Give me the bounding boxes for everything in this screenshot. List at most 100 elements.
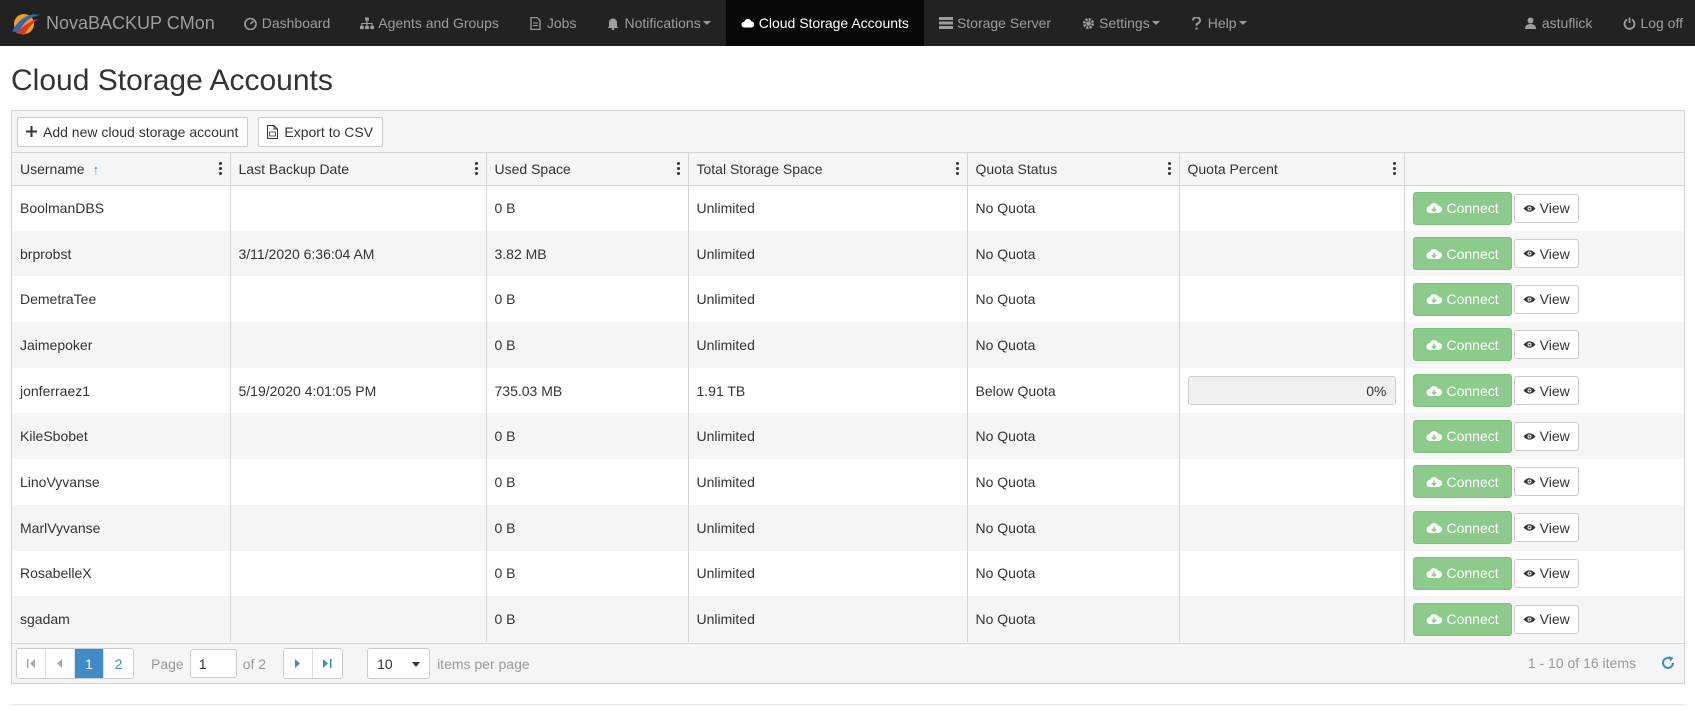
cell-quota-percent <box>1179 550 1405 597</box>
page-title: Cloud Storage Accounts <box>11 64 333 97</box>
column-menu-icon[interactable] <box>1392 162 1396 175</box>
logoff-label: Log off <box>1640 15 1683 31</box>
nav-notifications[interactable]: Notifications <box>591 0 725 46</box>
cell-last-backup: 3/11/2020 6:36:04 AM <box>230 230 487 277</box>
view-button[interactable]: View <box>1513 604 1579 634</box>
view-button[interactable]: View <box>1513 421 1579 451</box>
next-page-button[interactable] <box>284 649 314 678</box>
nav-item-label: Agents and Groups <box>378 15 499 31</box>
cell-total: Unlimited <box>688 185 968 231</box>
nav-item-label: Cloud Storage Accounts <box>758 15 909 31</box>
nav-dashboard[interactable]: Dashboard <box>229 0 346 46</box>
export-csv-label: Export to CSV <box>284 123 374 140</box>
view-button[interactable]: View <box>1513 284 1579 314</box>
page-1-button[interactable]: 1 <box>75 649 104 678</box>
view-button[interactable]: View <box>1513 330 1579 360</box>
add-account-button[interactable]: Add new cloud storage account <box>17 116 249 147</box>
column-menu-icon[interactable] <box>474 162 478 175</box>
logoff-link[interactable]: Log off <box>1607 0 1695 46</box>
cell-quota-percent: 0% <box>1179 367 1405 414</box>
view-button[interactable]: View <box>1513 467 1579 497</box>
power-icon <box>1622 16 1636 30</box>
document-icon <box>529 16 543 30</box>
page-number-input[interactable] <box>189 649 237 678</box>
cell-actions: Connect View <box>1404 459 1684 505</box>
column-menu-icon[interactable] <box>955 162 959 175</box>
view-button[interactable]: View <box>1513 376 1579 406</box>
nav-item-label: Dashboard <box>261 15 331 31</box>
column-menu-icon[interactable] <box>676 162 680 175</box>
connect-button[interactable]: Connect <box>1412 328 1512 362</box>
cell-last-backup <box>230 413 487 460</box>
nav-settings[interactable]: Settings <box>1066 0 1175 46</box>
cell-quota-status: No Quota <box>967 230 1180 277</box>
eye-icon <box>1523 386 1536 395</box>
table-row: Jaimepoker 0 B Unlimited No Quota Connect Vie… <box>12 322 1684 368</box>
connect-button[interactable]: Connect <box>1412 282 1512 316</box>
eye-icon <box>1523 615 1536 624</box>
user-menu[interactable]: astuflick <box>1509 0 1608 46</box>
first-page-button[interactable] <box>17 649 46 678</box>
column-header-quota-percent[interactable]: Quota Percent <box>1179 153 1405 186</box>
column-header-used-space[interactable]: Used Space <box>486 153 689 186</box>
connect-button[interactable]: Connect <box>1412 191 1512 225</box>
view-button[interactable]: View <box>1513 239 1579 269</box>
cell-quota-percent <box>1179 413 1405 460</box>
connect-button[interactable]: Connect <box>1412 556 1512 590</box>
footer-divider <box>11 704 1685 705</box>
cell-username: KileSbobet <box>12 413 231 460</box>
column-header-last-backup-date[interactable]: Last Backup Date <box>230 153 487 186</box>
pager-info: 1 - 10 of 16 items <box>1527 655 1636 671</box>
cell-used: 735.03 MB <box>486 367 689 414</box>
view-label: View <box>1539 519 1570 536</box>
of-pages-label: of 2 <box>242 655 267 672</box>
cell-username: RosabelleX <box>12 550 231 597</box>
column-menu-icon[interactable] <box>1167 162 1171 175</box>
cell-total: Unlimited <box>688 322 968 368</box>
bell-icon <box>606 16 620 30</box>
column-header-total-storage-space[interactable]: Total Storage Space <box>688 153 968 186</box>
nav-cloud-storage-accounts[interactable]: Cloud Storage Accounts <box>725 0 924 46</box>
connect-button[interactable]: Connect <box>1412 374 1512 408</box>
view-button[interactable]: View <box>1513 558 1579 588</box>
nav-jobs[interactable]: Jobs <box>514 0 592 46</box>
view-button[interactable]: View <box>1513 513 1579 543</box>
view-label: View <box>1539 565 1570 582</box>
nav-agents-and-groups[interactable]: Agents and Groups <box>345 0 514 46</box>
connect-button[interactable]: Connect <box>1412 602 1512 636</box>
export-csv-button[interactable]: Export to CSV <box>258 116 384 147</box>
cloud-download-icon <box>1425 293 1442 305</box>
view-button[interactable]: View <box>1513 193 1579 223</box>
table-row: brprobst 3/11/2020 6:36:04 AM 3.82 MB Unlim… <box>12 230 1684 277</box>
nav-help[interactable]: Help <box>1175 0 1262 46</box>
refresh-icon[interactable] <box>1660 655 1676 674</box>
cell-used: 3.82 MB <box>486 230 689 277</box>
column-header-username[interactable]: Username ↑ <box>12 153 231 186</box>
connect-button[interactable]: Connect <box>1412 465 1512 499</box>
table-body: BoolmanDBS 0 B Unlimited No Quota Connect Vie… <box>12 185 1684 642</box>
cloud-download-icon <box>1425 339 1442 351</box>
cell-last-backup <box>230 550 487 597</box>
column-header-quota-status[interactable]: Quota Status <box>967 153 1180 186</box>
last-page-button[interactable] <box>313 649 343 678</box>
view-label: View <box>1539 200 1570 217</box>
connect-button[interactable]: Connect <box>1412 419 1512 453</box>
novabackup-logo-icon <box>12 14 40 35</box>
prev-page-button[interactable] <box>46 649 75 678</box>
cell-quota-status: No Quota <box>967 322 1180 368</box>
table-row: sgadam 0 B Unlimited No Quota Connect View <box>12 596 1684 642</box>
nav-storage-server[interactable]: Storage Server <box>924 0 1066 46</box>
cloud-icon <box>741 16 755 30</box>
column-menu-icon[interactable] <box>218 162 222 175</box>
cell-used: 0 B <box>486 596 689 642</box>
cloud-download-icon <box>1425 613 1442 625</box>
brand[interactable]: NovaBACKUP CMon <box>0 0 229 46</box>
quota-percent-text: 0% <box>1366 383 1387 400</box>
connect-button[interactable]: Connect <box>1412 511 1512 545</box>
cell-total: Unlimited <box>688 459 968 505</box>
table-row: KileSbobet 0 B Unlimited No Quota Connect Vie… <box>12 413 1684 460</box>
page-2-button[interactable]: 2 <box>104 649 133 678</box>
connect-button[interactable]: Connect <box>1412 237 1512 271</box>
page-size-select[interactable]: 10 <box>367 648 431 679</box>
cell-used: 0 B <box>486 459 689 505</box>
